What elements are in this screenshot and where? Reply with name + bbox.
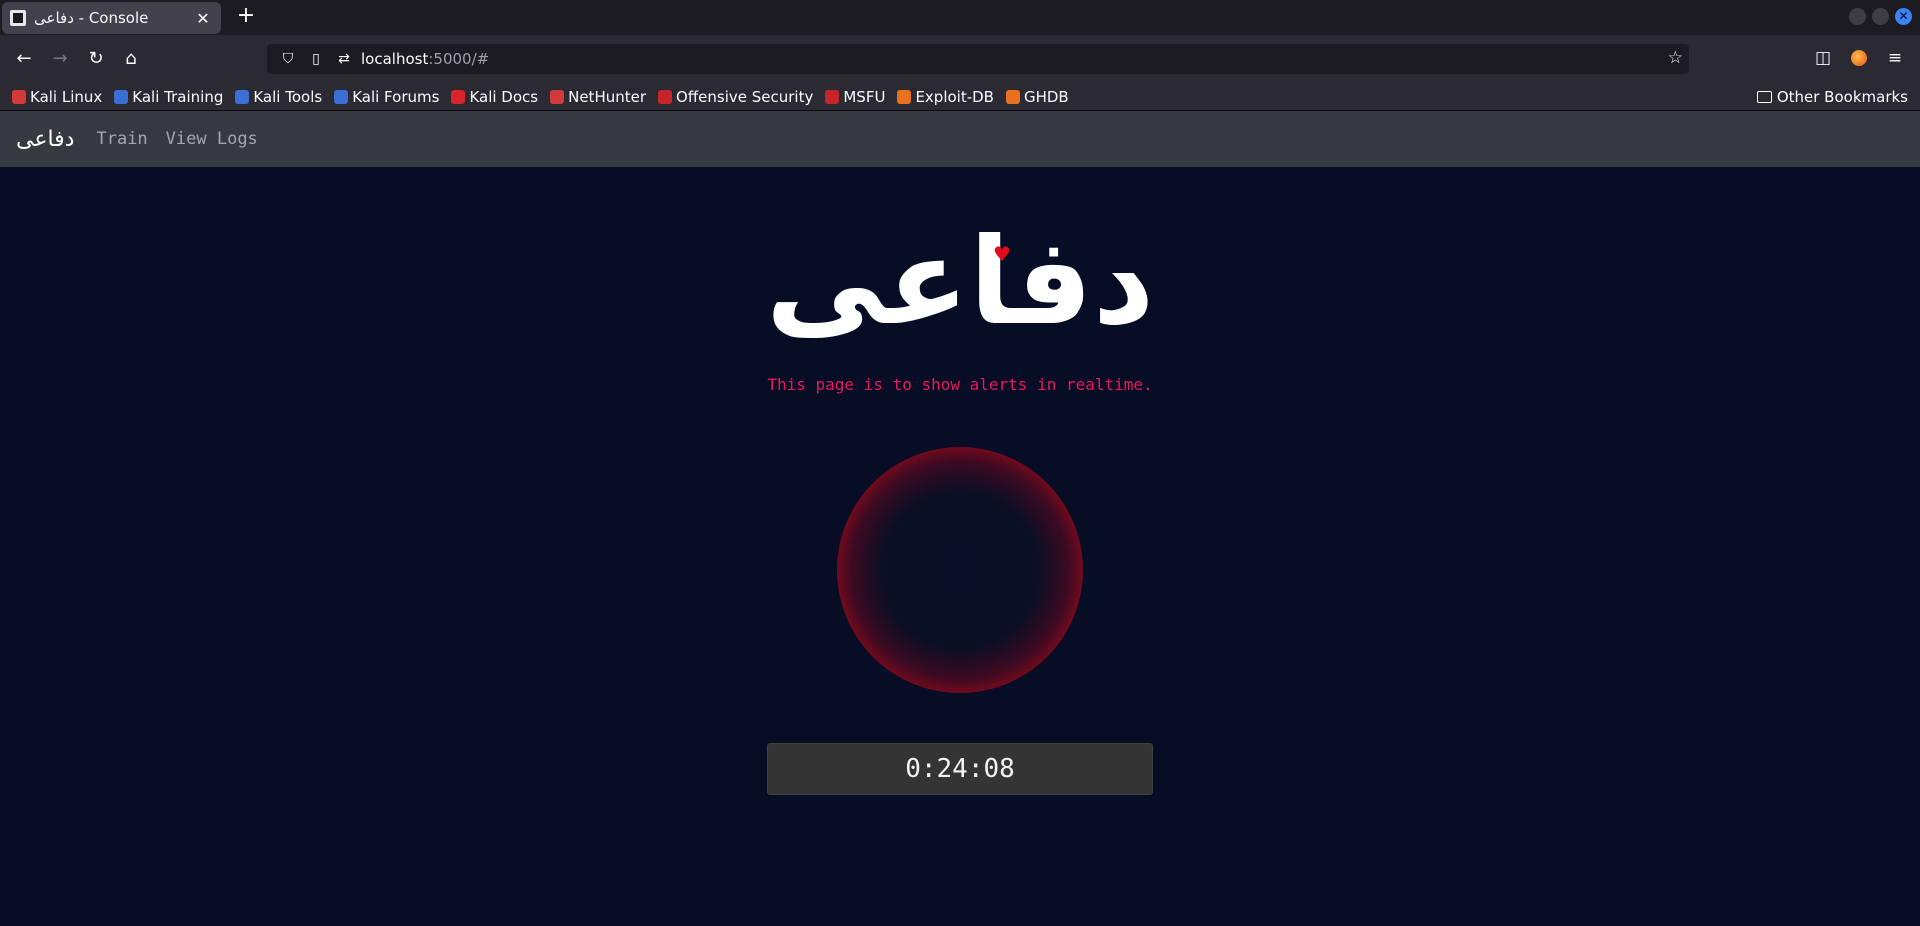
menu-icon[interactable]: ≡ [1884,47,1906,69]
bookmark-item[interactable]: Kali Linux [12,88,102,106]
bookmarks-bar: Kali Linux Kali Training Kali Tools Kali Fo… [0,83,1920,111]
bookmark-item[interactable]: Exploit-DB [897,88,994,106]
bookmark-favicon-icon [114,89,129,104]
bookmark-label: Offensive Security [676,87,814,106]
bookmark-favicon-icon [334,89,349,104]
app-navbar: دفاعی Train View Logs [0,111,1920,167]
bookmark-favicon-icon [658,89,673,104]
tab-title: دفاعی - Console [34,9,149,27]
url-bar[interactable]: ⛉ ▯ ⇄ localhost:5000/# ☆ [267,44,1689,74]
bookmark-item[interactable]: Kali Training [114,88,223,106]
reload-icon[interactable]: ↻ [84,47,108,71]
browser-tab[interactable]: دفاعی - Console ✕ [2,2,221,34]
permissions-icon[interactable]: ⇄ [333,51,355,67]
tab-bar: دفاعی - Console ✕ + ✕ [0,0,1920,35]
maximize-button[interactable] [1872,8,1889,25]
bookmark-item[interactable]: Kali Forums [334,88,439,106]
pocket-icon[interactable]: ◫ [1812,47,1834,69]
bookmark-label: Kali Forums [352,87,440,106]
heart-icon: ♥ [993,242,1011,266]
bookmark-label: Kali Docs [469,87,539,106]
other-bookmarks-label: Other Bookmarks [1776,88,1908,106]
home-icon[interactable]: ⌂ [119,47,143,71]
nav-link-view-logs[interactable]: View Logs [166,129,258,149]
bookmark-item[interactable]: GHDB [1005,87,1069,106]
window-controls: ✕ [1849,8,1912,25]
bookmark-label: MSFU [843,87,886,106]
bookmark-label: Kali Tools [253,87,323,106]
url-host: localhost [361,50,429,68]
bookmark-star-icon[interactable]: ☆ [1668,48,1683,68]
page-logo: دفاعی [765,213,1155,352]
folder-icon [1756,91,1772,103]
minimize-button[interactable] [1849,8,1866,25]
browser-toolbar: ← → ↻ ⌂ ⛉ ▯ ⇄ localhost:5000/# ☆ ◫ ≡ [0,35,1920,83]
bookmark-label: NetHunter [568,87,647,106]
tab-favicon-icon [10,10,26,26]
shield-icon[interactable]: ⛉ [277,51,299,67]
close-window-button[interactable]: ✕ [1895,8,1912,25]
bookmark-item[interactable]: Kali Docs [451,88,538,106]
bookmark-favicon-icon [451,89,466,104]
close-tab-icon[interactable]: ✕ [193,9,213,28]
bookmark-item[interactable]: MSFU [825,88,885,106]
bookmark-favicon-icon [550,89,565,104]
bookmark-label: Kali Training [132,87,224,106]
other-bookmarks[interactable]: Other Bookmarks [1756,88,1908,106]
timer-display: 0:24:08 [767,743,1153,795]
bookmark-label: Kali Linux [30,87,103,106]
page-icon[interactable]: ▯ [305,51,327,67]
bookmark-favicon-icon [897,89,912,104]
forward-arrow-icon[interactable]: → [48,47,72,71]
bookmark-label: Exploit-DB [915,87,994,106]
bookmark-label: GHDB [1023,87,1069,106]
extension-icon[interactable] [1848,47,1870,69]
bookmark-item[interactable]: Kali Tools [235,88,322,106]
main-content: دفاعی ♥ This page is to show alerts in r… [0,167,1920,926]
new-tab-button[interactable]: + [234,5,258,29]
bookmark-item[interactable]: Offensive Security [658,88,813,106]
bookmark-favicon-icon [1005,89,1020,104]
bookmark-favicon-icon [12,89,26,104]
alert-indicator [837,447,1083,693]
nav-link-train[interactable]: Train [96,129,147,149]
bookmark-item[interactable]: NetHunter [550,88,646,106]
brand-logo[interactable]: دفاعی [16,127,74,152]
bookmark-favicon-icon [825,89,840,104]
back-arrow-icon[interactable]: ← [12,47,36,71]
url-path: :5000/# [428,50,490,68]
bookmark-favicon-icon [235,89,250,104]
page-subtitle: This page is to show alerts in realtime. [767,375,1153,394]
